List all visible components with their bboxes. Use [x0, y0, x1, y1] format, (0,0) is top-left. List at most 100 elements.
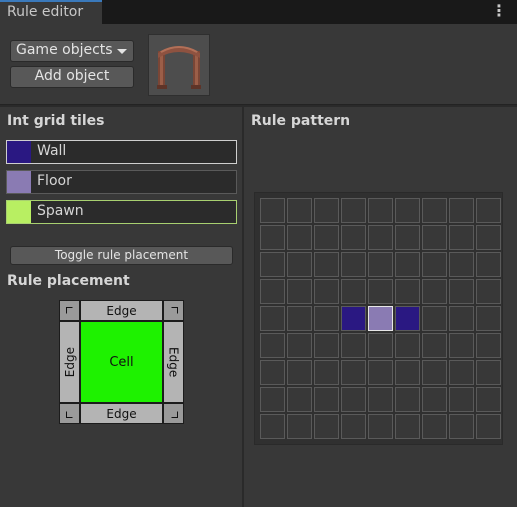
- pattern-cell[interactable]: [368, 198, 393, 223]
- toggle-rule-placement-button[interactable]: Toggle rule placement: [10, 246, 233, 265]
- pattern-cell[interactable]: [422, 387, 447, 412]
- pattern-cell[interactable]: [422, 225, 447, 250]
- pattern-cell[interactable]: [476, 306, 501, 331]
- pattern-cell[interactable]: [287, 279, 312, 304]
- panel-splitter[interactable]: [242, 107, 244, 507]
- pattern-cell[interactable]: [395, 198, 420, 223]
- pattern-cell[interactable]: [449, 279, 474, 304]
- pattern-cell[interactable]: [395, 333, 420, 358]
- pattern-cell[interactable]: [260, 252, 285, 277]
- tile-row-wall[interactable]: Wall: [6, 140, 237, 164]
- corner-bottom-right[interactable]: [163, 403, 184, 424]
- pattern-cell[interactable]: [476, 225, 501, 250]
- pattern-cell[interactable]: [314, 198, 339, 223]
- pattern-cell[interactable]: [341, 360, 366, 385]
- pattern-cell[interactable]: [422, 252, 447, 277]
- pattern-cell[interactable]: [314, 333, 339, 358]
- pattern-cell[interactable]: [314, 387, 339, 412]
- corner-top-right[interactable]: [163, 300, 184, 321]
- pattern-cell[interactable]: [314, 279, 339, 304]
- pattern-cell[interactable]: [341, 225, 366, 250]
- pattern-cell[interactable]: [395, 225, 420, 250]
- pattern-cell[interactable]: [260, 387, 285, 412]
- pattern-cell[interactable]: [260, 360, 285, 385]
- pattern-cell[interactable]: [314, 414, 339, 439]
- pattern-cell[interactable]: [422, 360, 447, 385]
- pattern-cell[interactable]: [476, 387, 501, 412]
- pattern-cell[interactable]: [449, 414, 474, 439]
- pattern-cell[interactable]: [476, 414, 501, 439]
- pattern-cell[interactable]: [260, 306, 285, 331]
- pattern-cell[interactable]: [287, 387, 312, 412]
- pattern-cell[interactable]: [341, 333, 366, 358]
- center-cell[interactable]: Cell: [80, 321, 163, 403]
- pattern-cell[interactable]: [260, 414, 285, 439]
- pattern-cell-wall[interactable]: [341, 306, 366, 331]
- pattern-cell[interactable]: [341, 198, 366, 223]
- edge-right[interactable]: Edge: [163, 321, 184, 403]
- pattern-cell[interactable]: [368, 360, 393, 385]
- pattern-cell[interactable]: [341, 279, 366, 304]
- pattern-cell[interactable]: [368, 252, 393, 277]
- pattern-cell[interactable]: [287, 252, 312, 277]
- pattern-cell[interactable]: [314, 225, 339, 250]
- edge-left[interactable]: Edge: [59, 321, 80, 403]
- pattern-cell[interactable]: [287, 225, 312, 250]
- pattern-cell[interactable]: [476, 252, 501, 277]
- pattern-cell[interactable]: [287, 333, 312, 358]
- tab-rule-editor[interactable]: Rule editor: [0, 0, 102, 24]
- pattern-cell[interactable]: [395, 360, 420, 385]
- pattern-cell[interactable]: [476, 360, 501, 385]
- pattern-cell[interactable]: [395, 279, 420, 304]
- tile-row-spawn[interactable]: Spawn: [6, 200, 237, 224]
- game-objects-dropdown[interactable]: Game objects: [10, 40, 134, 62]
- pattern-cell-wall[interactable]: [395, 306, 420, 331]
- pattern-cell[interactable]: [287, 198, 312, 223]
- pattern-cell[interactable]: [422, 306, 447, 331]
- pattern-cell[interactable]: [422, 279, 447, 304]
- pattern-cell[interactable]: [395, 414, 420, 439]
- add-object-button[interactable]: Add object: [10, 66, 134, 88]
- pattern-cell[interactable]: [395, 252, 420, 277]
- pattern-cell[interactable]: [341, 252, 366, 277]
- pattern-cell[interactable]: [368, 225, 393, 250]
- corner-bottom-left[interactable]: [59, 403, 80, 424]
- corner-top-left[interactable]: [59, 300, 80, 321]
- pattern-cell[interactable]: [476, 198, 501, 223]
- pattern-cell[interactable]: [422, 333, 447, 358]
- pattern-cell[interactable]: [368, 333, 393, 358]
- pattern-cell[interactable]: [341, 387, 366, 412]
- pattern-cell[interactable]: [368, 279, 393, 304]
- pattern-cell[interactable]: [449, 225, 474, 250]
- pattern-cell[interactable]: [314, 306, 339, 331]
- pattern-cell[interactable]: [449, 252, 474, 277]
- pattern-cell[interactable]: [287, 306, 312, 331]
- pattern-cell-floor[interactable]: [368, 306, 393, 331]
- pattern-cell[interactable]: [395, 387, 420, 412]
- pattern-cell[interactable]: [260, 279, 285, 304]
- tile-row-floor[interactable]: Floor: [6, 170, 237, 194]
- pattern-cell[interactable]: [260, 333, 285, 358]
- more-vertical-icon[interactable]: ⋮: [491, 3, 507, 19]
- edge-bottom[interactable]: Edge: [80, 403, 163, 424]
- stone-archway-icon[interactable]: [148, 34, 210, 96]
- pattern-cell[interactable]: [314, 360, 339, 385]
- pattern-cell[interactable]: [287, 360, 312, 385]
- pattern-cell[interactable]: [368, 387, 393, 412]
- pattern-cell[interactable]: [368, 414, 393, 439]
- pattern-cell[interactable]: [287, 414, 312, 439]
- pattern-cell[interactable]: [449, 387, 474, 412]
- pattern-cell[interactable]: [476, 279, 501, 304]
- pattern-cell[interactable]: [260, 225, 285, 250]
- pattern-cell[interactable]: [422, 198, 447, 223]
- pattern-cell[interactable]: [476, 333, 501, 358]
- pattern-cell[interactable]: [314, 252, 339, 277]
- pattern-cell[interactable]: [449, 198, 474, 223]
- pattern-cell[interactable]: [449, 306, 474, 331]
- pattern-cell[interactable]: [422, 414, 447, 439]
- pattern-cell[interactable]: [260, 198, 285, 223]
- pattern-cell[interactable]: [341, 414, 366, 439]
- pattern-cell[interactable]: [449, 333, 474, 358]
- pattern-cell[interactable]: [449, 360, 474, 385]
- edge-top[interactable]: Edge: [80, 300, 163, 321]
